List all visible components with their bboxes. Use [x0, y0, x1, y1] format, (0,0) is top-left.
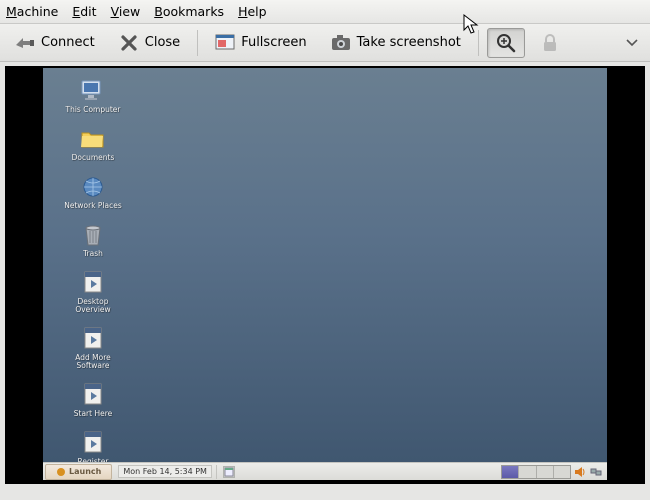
desktop-icon-desktop-overview[interactable]: Desktop Overview: [63, 270, 123, 314]
toolbar: Connect Close Fullscreen Take screenshot: [0, 24, 650, 62]
camera-icon: [331, 33, 351, 53]
take-screenshot-label: Take screenshot: [357, 35, 461, 50]
desktop-icon-label: Desktop Overview: [63, 298, 123, 314]
toolbar-overflow[interactable]: [626, 36, 644, 50]
desktop-icon-start-here[interactable]: Start Here: [63, 382, 123, 418]
desktop-icon-label: Add More Software: [63, 354, 123, 370]
network-icon[interactable]: [589, 465, 603, 479]
remote-viewer: This Computer Documents Network Places Tras…: [0, 62, 650, 500]
close-button[interactable]: Close: [110, 28, 189, 58]
network-icon: [79, 174, 107, 200]
menu-view[interactable]: View: [111, 4, 141, 19]
file-icon: [79, 382, 107, 408]
computer-icon: [79, 78, 107, 104]
close-label: Close: [145, 35, 180, 50]
system-tray: [501, 465, 603, 479]
connect-button[interactable]: Connect: [6, 28, 104, 58]
close-icon: [119, 33, 139, 53]
connect-label: Connect: [41, 35, 95, 50]
lock-button[interactable]: [531, 28, 569, 58]
toolbar-separator: [197, 30, 198, 56]
desktop-icon-label: This Computer: [66, 106, 121, 114]
show-desktop-button[interactable]: [223, 466, 235, 478]
menu-machine[interactable]: Machine: [6, 4, 58, 19]
desktop-icon-documents[interactable]: Documents: [63, 126, 123, 162]
menu-edit[interactable]: Edit: [72, 4, 96, 19]
desktop-icon-trash[interactable]: Trash: [63, 222, 123, 258]
zoom-button[interactable]: [487, 28, 525, 58]
desktop-icon-label: Start Here: [74, 410, 113, 418]
toolbar-separator-2: [478, 30, 479, 56]
file-icon: [79, 270, 107, 296]
taskbar: Launch Mon Feb 14, 5:34 PM: [43, 462, 607, 480]
taskbar-time: 5:34 PM: [175, 467, 207, 476]
trash-icon: [79, 222, 107, 248]
taskbar-date: Mon Feb 14,: [123, 467, 172, 476]
magnifier-icon: [496, 33, 516, 53]
desktop-icon-network-places[interactable]: Network Places: [63, 174, 123, 210]
taskbar-separator: [216, 465, 217, 479]
display-frame: This Computer Documents Network Places Tras…: [5, 66, 645, 484]
volume-icon[interactable]: [573, 465, 587, 479]
folder-icon: [79, 126, 107, 152]
launch-button[interactable]: Launch: [45, 464, 112, 480]
menu-bookmarks[interactable]: Bookmarks: [154, 4, 224, 19]
menubar: Machine Edit View Bookmarks Help: [0, 0, 650, 24]
workspace-pager[interactable]: [501, 465, 571, 479]
remote-desktop[interactable]: This Computer Documents Network Places Tras…: [43, 68, 607, 480]
desktop-icon-label: Trash: [83, 250, 103, 258]
fullscreen-icon: [215, 33, 235, 53]
fullscreen-label: Fullscreen: [241, 35, 306, 50]
desktop-icon-label: Documents: [72, 154, 115, 162]
desktop-icon-add-more-software[interactable]: Add More Software: [63, 326, 123, 370]
connect-icon: [15, 33, 35, 53]
launch-label: Launch: [69, 467, 101, 476]
fullscreen-button[interactable]: Fullscreen: [206, 28, 315, 58]
file-icon: [79, 326, 107, 352]
taskbar-clock[interactable]: Mon Feb 14, 5:34 PM: [118, 465, 212, 478]
menu-help[interactable]: Help: [238, 4, 267, 19]
lock-icon: [540, 33, 560, 53]
desktop-icon-this-computer[interactable]: This Computer: [63, 78, 123, 114]
desktop-icon-label: Network Places: [64, 202, 122, 210]
take-screenshot-button[interactable]: Take screenshot: [322, 28, 470, 58]
file-icon: [79, 430, 107, 456]
